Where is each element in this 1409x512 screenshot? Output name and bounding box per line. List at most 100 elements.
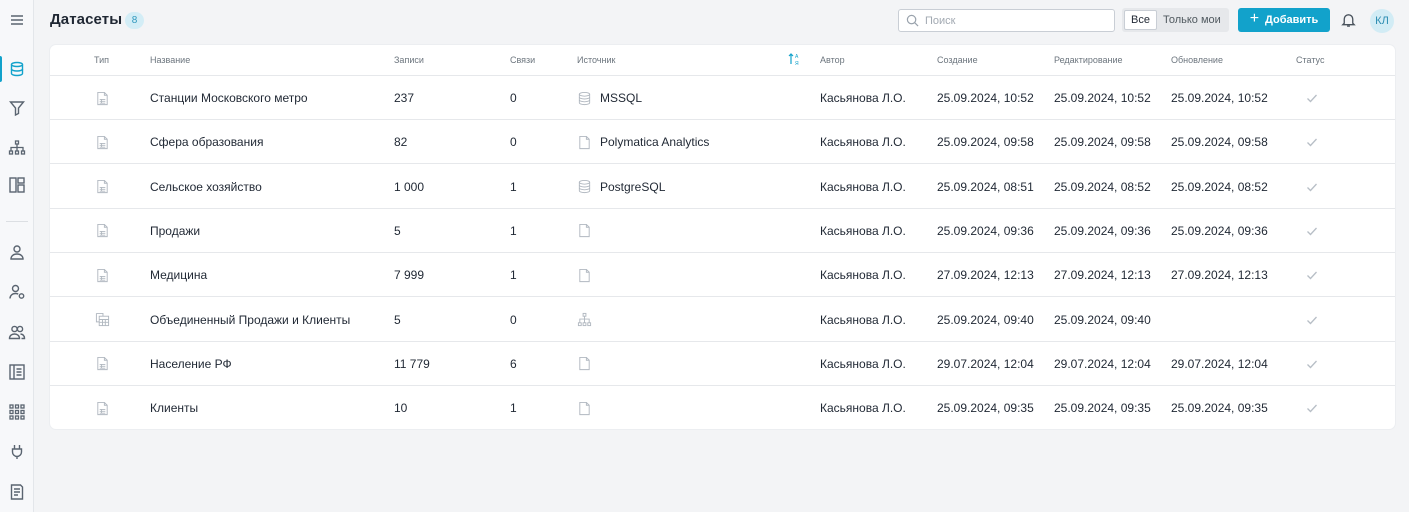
col-source[interactable]: Источник	[577, 55, 615, 65]
edited-date: 25.09.2024, 08:52	[1054, 179, 1151, 194]
check-icon	[1306, 342, 1320, 386]
search-input[interactable]	[925, 14, 1105, 27]
avatar[interactable]: КЛ	[1370, 9, 1394, 33]
source-cell	[577, 298, 600, 342]
file-outline-icon	[577, 356, 592, 371]
col-edited[interactable]: Редактирование	[1054, 55, 1123, 65]
col-status[interactable]: Статус	[1296, 55, 1324, 65]
logs-icon[interactable]	[0, 475, 34, 509]
author-name: Касьянова Л.О.	[820, 312, 906, 327]
dataset-name[interactable]: Станции Московского метро	[150, 76, 308, 120]
menu-icon[interactable]	[0, 3, 34, 37]
dataset-name[interactable]: Население РФ	[150, 342, 232, 386]
col-created[interactable]: Создание	[937, 55, 978, 65]
table-row[interactable]: Население РФ 11 779 6 Касьянова Л.О. 29.07.2…	[50, 342, 1395, 386]
table-row[interactable]: Продажи 5 1 Касьянова Л.О. 25.09.2024, 09:36…	[50, 209, 1395, 253]
hierarchy-icon[interactable]	[0, 131, 34, 165]
table-header: Тип Название Записи Связи Источник AЯ Ав…	[50, 45, 1395, 76]
database-icon	[577, 91, 592, 106]
col-name[interactable]: Название	[150, 55, 190, 65]
table-row[interactable]: Станции Московского метро 237 0 MSSQL Касьян…	[50, 76, 1395, 120]
created-date: 25.09.2024, 09:58	[937, 135, 1034, 150]
links-count: 1	[510, 401, 517, 416]
dashboards-icon[interactable]	[0, 168, 34, 202]
edited-date: 27.09.2024, 12:13	[1054, 268, 1151, 283]
col-updated[interactable]: Обновление	[1171, 55, 1223, 65]
records-count: 1 000	[394, 179, 425, 194]
source-cell	[577, 253, 600, 297]
author-name: Касьянова Л.О.	[820, 135, 906, 150]
page-header: Датасеты 8 Все Только мои + Добавить КЛ	[34, 0, 1409, 42]
edited-date: 25.09.2024, 10:52	[1054, 91, 1151, 105]
created-date: 25.09.2024, 09:36	[937, 223, 1034, 238]
table-row[interactable]: Объединенный Продажи и Клиенты 5 0 Касьянов…	[50, 298, 1395, 342]
sort-icon[interactable]: AЯ	[788, 52, 800, 66]
dataset-name[interactable]: Медицина	[150, 253, 207, 297]
links-count: 1	[510, 268, 517, 283]
file-icon	[93, 209, 111, 253]
source-name: Polymatica Analytics	[600, 135, 710, 150]
apps-grid-icon[interactable]	[0, 395, 34, 429]
col-records[interactable]: Записи	[394, 55, 424, 65]
search-box[interactable]	[898, 9, 1115, 32]
file-icon	[93, 76, 111, 120]
updated-date: 25.09.2024, 08:52	[1171, 179, 1268, 194]
check-icon	[1306, 386, 1320, 429]
updated-date: 29.07.2024, 12:04	[1171, 356, 1268, 371]
filter-icon[interactable]	[0, 91, 34, 125]
source-cell	[577, 209, 600, 253]
file-outline-icon	[577, 223, 592, 238]
bell-icon[interactable]	[1340, 11, 1357, 28]
dataset-name[interactable]: Продажи	[150, 209, 200, 253]
table-row[interactable]: Сельское хозяйство 1 000 1 PostgreSQL Касьян…	[50, 165, 1395, 209]
links-count: 6	[510, 356, 517, 371]
created-date: 25.09.2024, 10:52	[937, 91, 1034, 105]
author-name: Касьянова Л.О.	[820, 401, 906, 416]
add-button[interactable]: + Добавить	[1238, 8, 1330, 32]
check-icon	[1306, 253, 1320, 297]
file-icon	[93, 253, 111, 297]
filter-mine-button[interactable]: Только мои	[1157, 10, 1227, 30]
plug-icon[interactable]	[0, 435, 34, 469]
source-name: PostgreSQL	[600, 179, 666, 194]
col-links[interactable]: Связи	[510, 55, 535, 65]
file-icon	[93, 342, 111, 386]
source-cell	[577, 342, 600, 386]
edited-date: 29.07.2024, 12:04	[1054, 356, 1151, 371]
records-count: 5	[394, 312, 401, 327]
table-row[interactable]: Клиенты 10 1 Касьянова Л.О. 25.09.2024, 09:3…	[50, 386, 1395, 429]
edited-date: 25.09.2024, 09:58	[1054, 135, 1151, 150]
dataset-name[interactable]: Клиенты	[150, 386, 198, 429]
file-icon	[93, 165, 111, 209]
links-count: 1	[510, 223, 517, 238]
catalog-icon[interactable]	[0, 355, 34, 389]
user-settings-icon[interactable]	[0, 275, 34, 309]
created-date: 25.09.2024, 08:51	[937, 179, 1034, 194]
datasets-icon[interactable]	[0, 52, 34, 86]
dataset-name[interactable]: Сфера образования	[150, 120, 263, 164]
created-date: 27.09.2024, 12:13	[937, 268, 1034, 283]
dataset-name[interactable]: Сельское хозяйство	[150, 165, 262, 209]
author-name: Касьянова Л.О.	[820, 356, 906, 371]
users-icon[interactable]	[0, 315, 34, 349]
updated-date: 27.09.2024, 12:13	[1171, 268, 1268, 283]
user-icon[interactable]	[0, 235, 34, 269]
table-row[interactable]: Медицина 7 999 1 Касьянова Л.О. 27.09.2024, …	[50, 253, 1395, 298]
links-count: 0	[510, 91, 517, 105]
links-count: 1	[510, 179, 517, 194]
records-count: 10	[394, 401, 408, 416]
author-name: Касьянова Л.О.	[820, 268, 906, 283]
records-count: 11 779	[394, 356, 430, 371]
file-icon	[93, 386, 111, 429]
col-author[interactable]: Автор	[820, 55, 845, 65]
check-icon	[1306, 76, 1320, 120]
ownership-filter: Все Только мои	[1122, 8, 1229, 32]
records-count: 7 999	[394, 268, 425, 283]
datasets-table: Тип Название Записи Связи Источник AЯ Ав…	[50, 45, 1395, 429]
table-row[interactable]: Сфера образования 82 0 Polymatica Analytics…	[50, 120, 1395, 165]
dataset-name[interactable]: Объединенный Продажи и Клиенты	[150, 298, 350, 342]
filter-all-button[interactable]: Все	[1124, 10, 1157, 30]
file-outline-icon	[577, 401, 592, 416]
col-type[interactable]: Тип	[94, 55, 109, 65]
file-outline-icon	[577, 268, 592, 283]
